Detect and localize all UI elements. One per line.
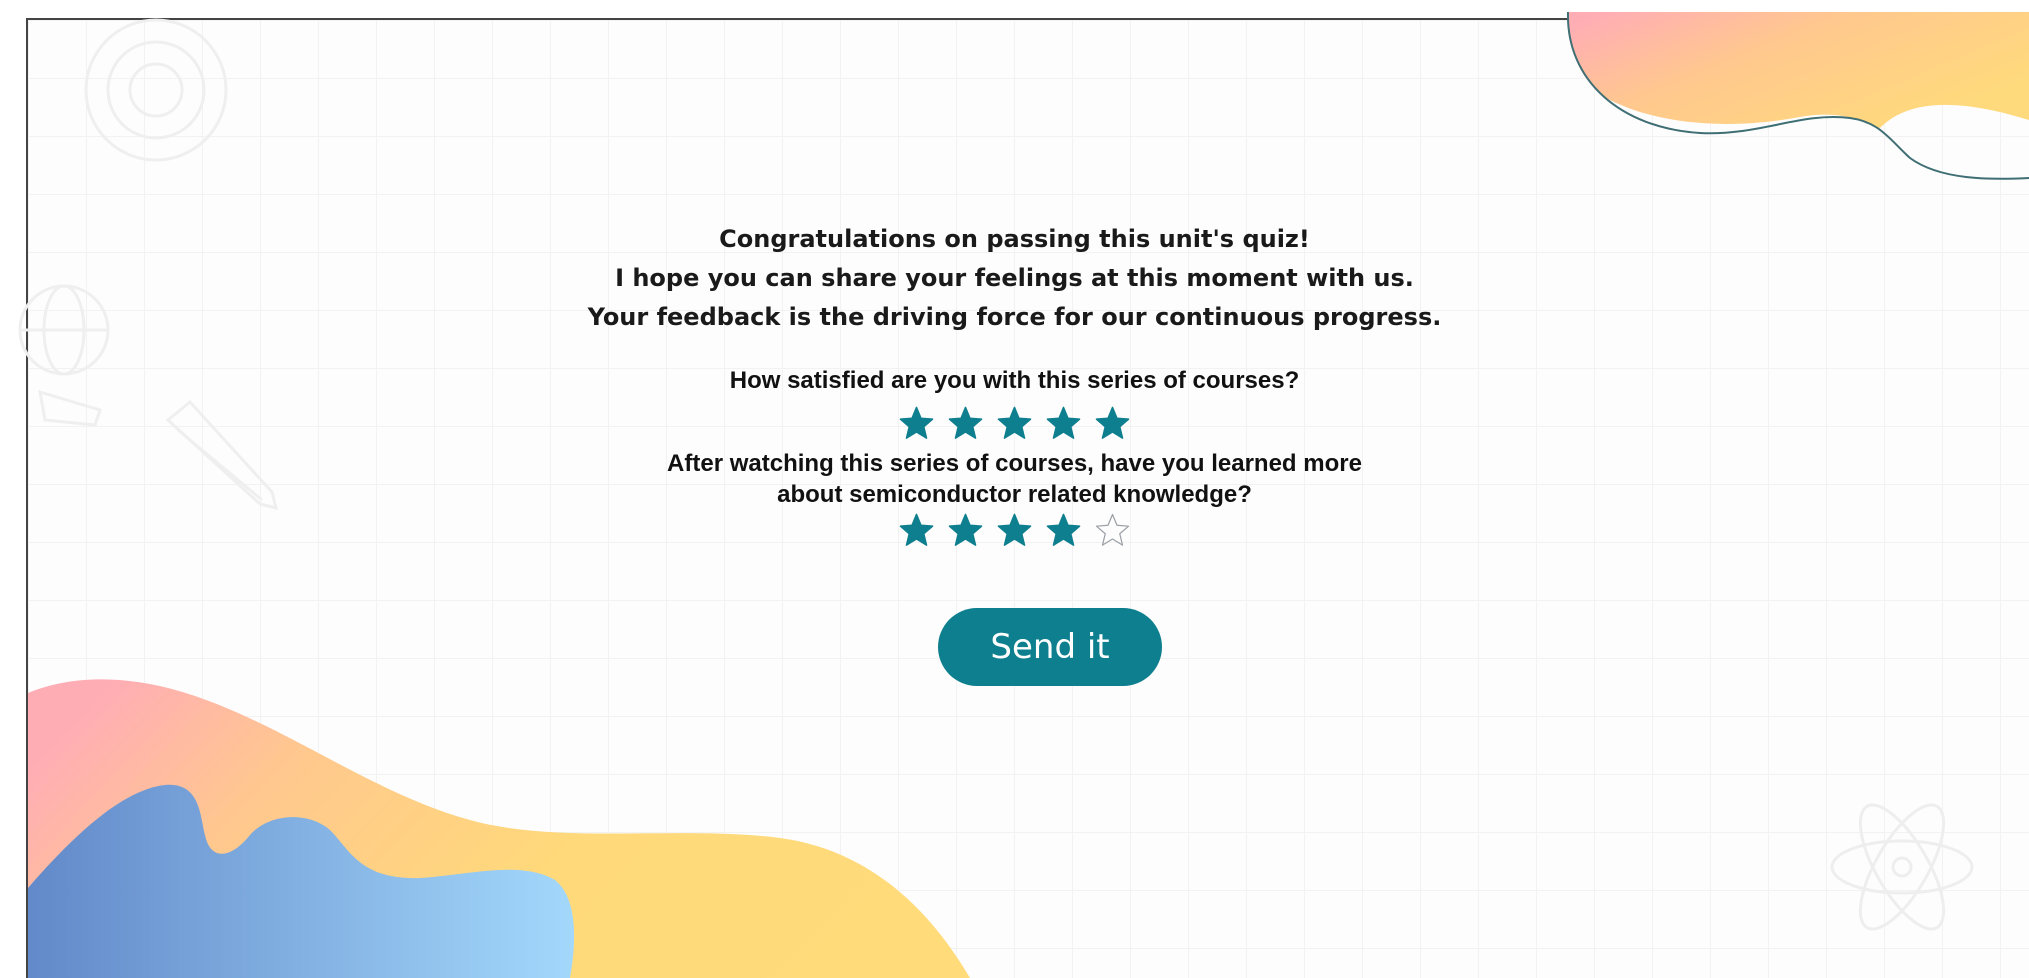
intro-message: Congratulations on passing this unit's q… [0, 220, 2029, 337]
rating-satisfaction [0, 405, 2029, 442]
intro-line-2: I hope you can share your feelings at th… [615, 264, 1414, 292]
rating-knowledge [0, 512, 2029, 549]
send-button[interactable]: Send it [938, 608, 1162, 686]
question-knowledge: After watching this series of courses, h… [0, 448, 2029, 510]
question-satisfaction: How satisfied are you with this series o… [0, 365, 2029, 396]
star-filled-icon[interactable] [898, 405, 935, 442]
star-filled-icon[interactable] [1045, 405, 1082, 442]
question-1-text: How satisfied are you with this series o… [729, 367, 1300, 394]
star-filled-icon[interactable] [1094, 405, 1131, 442]
star-filled-icon[interactable] [996, 512, 1033, 549]
star-filled-icon[interactable] [1045, 512, 1082, 549]
question-2-line-1: After watching this series of courses, h… [667, 450, 1362, 477]
star-empty-icon[interactable] [1094, 512, 1131, 549]
feedback-page: Congratulations on passing this unit's q… [0, 0, 2029, 978]
star-filled-icon[interactable] [996, 405, 1033, 442]
question-2-line-2: about semiconductor related knowledge? [777, 481, 1252, 508]
intro-line-1: Congratulations on passing this unit's q… [719, 225, 1310, 253]
star-filled-icon[interactable] [947, 405, 984, 442]
intro-line-3: Your feedback is the driving force for o… [587, 303, 1442, 331]
star-filled-icon[interactable] [898, 512, 935, 549]
star-filled-icon[interactable] [947, 512, 984, 549]
